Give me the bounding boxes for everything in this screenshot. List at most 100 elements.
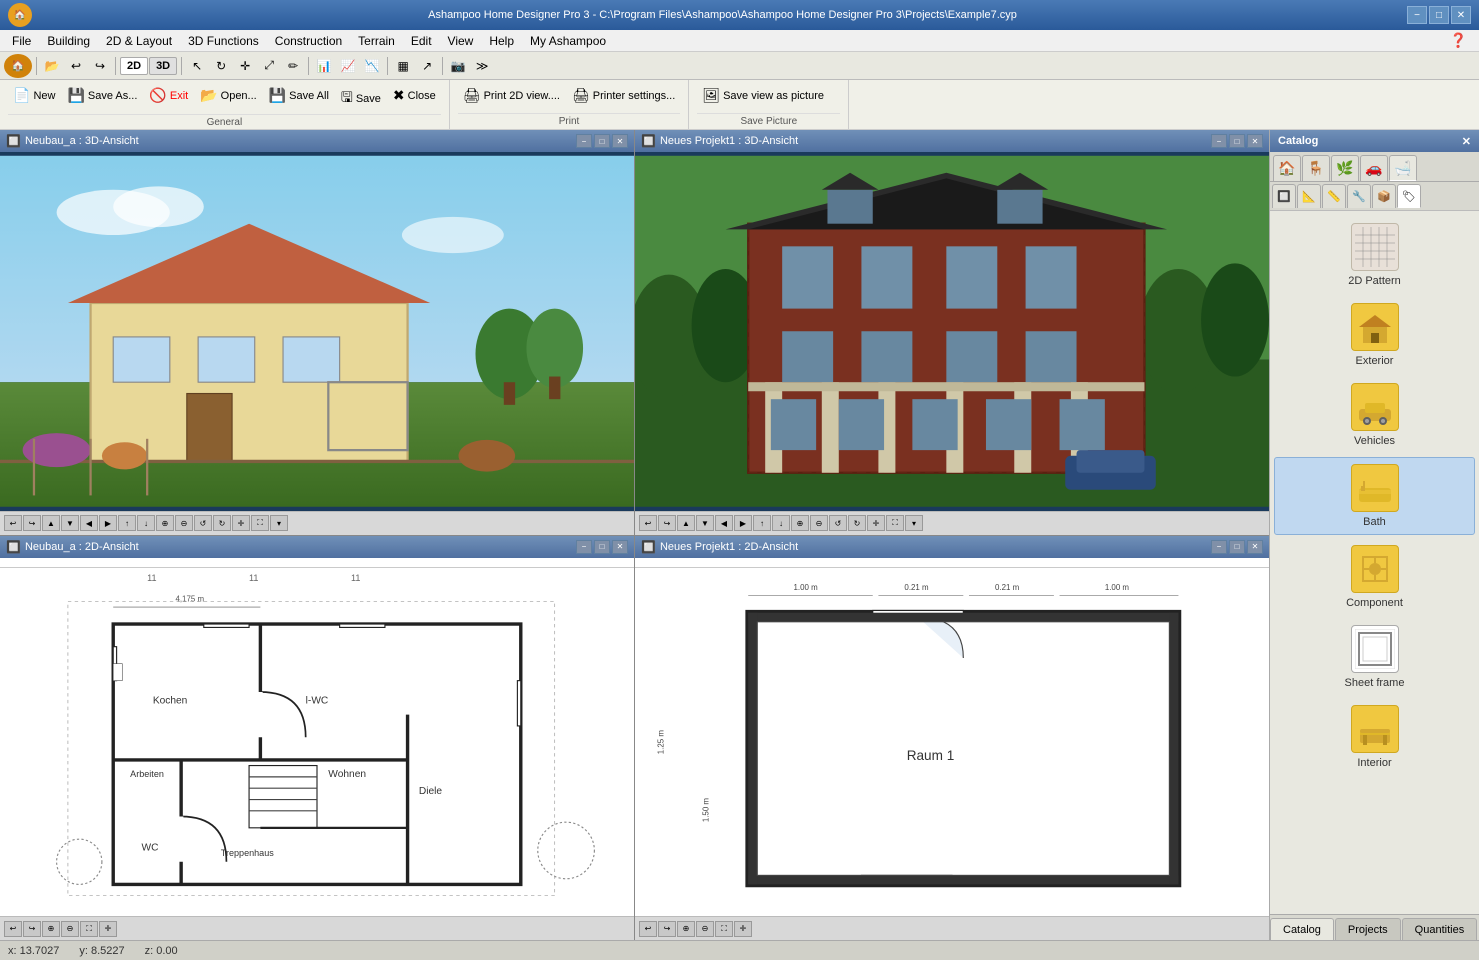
move-btn[interactable]: ✛ xyxy=(234,55,256,77)
minimize-button[interactable]: − xyxy=(1407,6,1427,24)
vp-br-maximize[interactable]: □ xyxy=(1229,540,1245,554)
cat-icon-4[interactable]: 🔧 xyxy=(1347,184,1371,208)
nav3-zoom-out[interactable]: ⊖ xyxy=(61,921,79,937)
nav4-undo[interactable]: ↩ xyxy=(639,921,657,937)
vp-bl-canvas[interactable]: 11 11 11 xyxy=(0,558,634,917)
cursor-btn[interactable]: ↖ xyxy=(186,55,208,77)
vp-tr-canvas[interactable] xyxy=(635,152,1269,511)
save-button[interactable]: 🖫 Save xyxy=(336,84,386,114)
nav2-tilt-down[interactable]: ↓ xyxy=(772,515,790,531)
catalog-close-icon[interactable]: ✕ xyxy=(1462,135,1471,148)
nav-right[interactable]: ▶ xyxy=(99,515,117,531)
vp-bl-btns[interactable]: − □ ✕ xyxy=(576,540,628,554)
nav3-zoom-in[interactable]: ⊕ xyxy=(42,921,60,937)
nav4-zoom-out[interactable]: ⊖ xyxy=(696,921,714,937)
nav-rotate-l[interactable]: ↺ xyxy=(194,515,212,531)
more-tools-btn[interactable]: ≫ xyxy=(471,55,493,77)
nav2-up[interactable]: ▲ xyxy=(677,515,695,531)
catalog-tab-furniture[interactable]: 🪑 xyxy=(1302,155,1330,181)
exit-button[interactable]: 🚫 Exit xyxy=(144,84,193,107)
nav3-undo[interactable]: ↩ xyxy=(4,921,22,937)
tab-catalog[interactable]: Catalog xyxy=(1270,918,1334,940)
select-btn[interactable]: ▦ xyxy=(392,55,414,77)
nav2-down[interactable]: ▼ xyxy=(696,515,714,531)
nav2-zoom-out[interactable]: ⊖ xyxy=(810,515,828,531)
vp-bl-minimize[interactable]: − xyxy=(576,540,592,554)
undo-btn[interactable]: ↩ xyxy=(65,55,87,77)
nav2-left[interactable]: ◀ xyxy=(715,515,733,531)
open-button[interactable]: 📂 Open... xyxy=(195,84,262,107)
nav2-fit[interactable]: ⛶ xyxy=(886,515,904,531)
nav2-more[interactable]: ▾ xyxy=(905,515,923,531)
cat-icon-2[interactable]: 📐 xyxy=(1297,184,1321,208)
vp-br-close[interactable]: ✕ xyxy=(1247,540,1263,554)
vp-tr-btns[interactable]: − □ ✕ xyxy=(1211,134,1263,148)
vp-tl-close[interactable]: ✕ xyxy=(612,134,628,148)
nav2-rotate-l[interactable]: ↺ xyxy=(829,515,847,531)
nav2-rotate-r[interactable]: ↻ xyxy=(848,515,866,531)
nav4-pan[interactable]: ✛ xyxy=(734,921,752,937)
nav-zoom-out[interactable]: ⊖ xyxy=(175,515,193,531)
redo-btn[interactable]: ↪ xyxy=(89,55,111,77)
pointer-btn[interactable]: ↗ xyxy=(416,55,438,77)
view-3d-btn[interactable]: 3D xyxy=(149,57,177,75)
cat-icon-6[interactable]: 🏷 xyxy=(1397,184,1421,208)
scale-btn[interactable]: ⤢ xyxy=(258,55,280,77)
catalog-item-sheet-frame[interactable]: Sheet frame xyxy=(1274,619,1475,695)
rotate-btn[interactable]: ↻ xyxy=(210,55,232,77)
vp-tr-nav[interactable]: ↩ ↪ ▲ ▼ ◀ ▶ ↑ ↓ ⊕ ⊖ ↺ ↻ ✛ ⛶ ▾ xyxy=(639,515,923,531)
nav3-fit[interactable]: ⛶ xyxy=(80,921,98,937)
nav-fit[interactable]: ⛶ xyxy=(251,515,269,531)
app-logo-btn[interactable]: 🏠 xyxy=(4,54,32,78)
open-file-btn[interactable]: 📂 xyxy=(41,55,63,77)
vp-br-canvas[interactable]: 1.00 m 0.21 m 0.21 m 1.00 m 1.25 m 1.50 … xyxy=(635,558,1269,917)
cat-icon-1[interactable]: 🔲 xyxy=(1272,184,1296,208)
save-view-picture-button[interactable]: 🖼 Save view as picture xyxy=(697,84,829,107)
vp-bl-maximize[interactable]: □ xyxy=(594,540,610,554)
bar-chart-btn[interactable]: 📊 xyxy=(313,55,335,77)
draw-btn[interactable]: ✏ xyxy=(282,55,304,77)
vp-tl-btns[interactable]: − □ ✕ xyxy=(576,134,628,148)
tab-projects[interactable]: Projects xyxy=(1335,918,1401,940)
menu-3d-functions[interactable]: 3D Functions xyxy=(180,31,267,51)
menu-terrain[interactable]: Terrain xyxy=(350,31,403,51)
menu-view[interactable]: View xyxy=(440,31,482,51)
menu-edit[interactable]: Edit xyxy=(403,31,440,51)
nav-tilt-down[interactable]: ↓ xyxy=(137,515,155,531)
nav-pan[interactable]: ✛ xyxy=(232,515,250,531)
nav4-fit[interactable]: ⛶ xyxy=(715,921,733,937)
nav2-right[interactable]: ▶ xyxy=(734,515,752,531)
cat-icon-5[interactable]: 📦 xyxy=(1372,184,1396,208)
nav2-tilt-up[interactable]: ↑ xyxy=(753,515,771,531)
nav-more[interactable]: ▾ xyxy=(270,515,288,531)
printer-settings-button[interactable]: 🖨 Printer settings... xyxy=(567,84,680,107)
bar-chart3-btn[interactable]: 📉 xyxy=(361,55,383,77)
help-icon[interactable]: ❓ xyxy=(1450,32,1475,49)
vp-tl-canvas[interactable] xyxy=(0,152,634,511)
catalog-tab-vehicles[interactable]: 🚗 xyxy=(1360,155,1388,181)
vp-tr-maximize[interactable]: □ xyxy=(1229,134,1245,148)
vp-br-nav[interactable]: ↩ ↪ ⊕ ⊖ ⛶ ✛ xyxy=(639,921,752,937)
catalog-item-vehicles[interactable]: Vehicles xyxy=(1274,377,1475,453)
close-button[interactable]: ✕ xyxy=(1451,6,1471,24)
catalog-item-2d-pattern[interactable]: 2D Pattern xyxy=(1274,217,1475,293)
vp-tl-maximize[interactable]: □ xyxy=(594,134,610,148)
tab-quantities[interactable]: Quantities xyxy=(1402,918,1478,940)
vp-tl-minimize[interactable]: − xyxy=(576,134,592,148)
nav-up[interactable]: ▲ xyxy=(42,515,60,531)
nav4-zoom-in[interactable]: ⊕ xyxy=(677,921,695,937)
camera-btn[interactable]: 📷 xyxy=(447,55,469,77)
nav2-undo[interactable]: ↩ xyxy=(639,515,657,531)
vp-br-minimize[interactable]: − xyxy=(1211,540,1227,554)
nav3-redo[interactable]: ↪ xyxy=(23,921,41,937)
catalog-item-interior[interactable]: Interior xyxy=(1274,699,1475,775)
save-all-button[interactable]: 💾 Save All xyxy=(264,84,334,107)
vp-bl-nav[interactable]: ↩ ↪ ⊕ ⊖ ⛶ ✛ xyxy=(4,921,117,937)
catalog-tab-nature[interactable]: 🌿 xyxy=(1331,155,1359,181)
window-controls[interactable]: − □ ✕ xyxy=(1407,6,1471,24)
vp-tl-nav[interactable]: ↩ ↪ ▲ ▼ ◀ ▶ ↑ ↓ ⊕ ⊖ ↺ ↻ ✛ ⛶ ▾ xyxy=(4,515,288,531)
nav2-redo[interactable]: ↪ xyxy=(658,515,676,531)
nav-zoom-in[interactable]: ⊕ xyxy=(156,515,174,531)
maximize-button[interactable]: □ xyxy=(1429,6,1449,24)
vp-tr-close[interactable]: ✕ xyxy=(1247,134,1263,148)
